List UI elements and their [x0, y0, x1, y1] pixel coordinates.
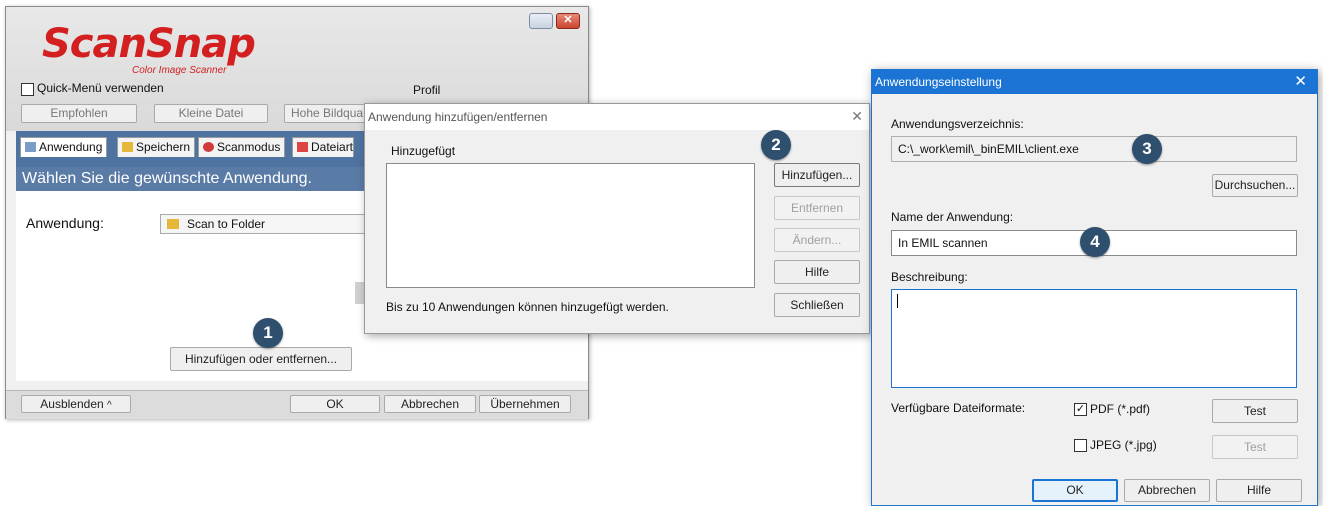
profile-label: Profil [413, 83, 441, 97]
description-label: Beschreibung: [891, 270, 968, 284]
add-or-remove-button[interactable]: Hinzufügen oder entfernen... [170, 347, 352, 371]
application-select-value: Scan to Folder [187, 217, 266, 231]
close-window-button[interactable]: ✕ [556, 13, 580, 29]
text-cursor [897, 294, 898, 308]
app-name-label: Name der Anwendung: [891, 210, 1014, 224]
description-field[interactable] [891, 289, 1297, 388]
pdf-label: PDF (*.pdf) [1090, 402, 1151, 416]
jpeg-checkbox[interactable] [1074, 439, 1087, 452]
step-badge-3: 3 [1132, 134, 1162, 164]
step-badge-4: 4 [1080, 227, 1110, 257]
app-directory-label: Anwendungsverzeichnis: [891, 117, 1024, 131]
jpeg-label: JPEG (*.jpg) [1090, 438, 1157, 452]
formats-label: Verfügbare Dateiformate: [891, 401, 1026, 415]
folder-icon [167, 219, 179, 229]
folder-tab-icon [122, 142, 133, 152]
profile-high-quality-button[interactable]: Hohe Bildqua [284, 104, 374, 123]
add-button[interactable]: Hinzufügen... [774, 163, 860, 187]
application-select[interactable]: Scan to Folder [160, 214, 365, 234]
tab-save-label: Speichern [136, 140, 191, 154]
profile-small-file-button[interactable]: Kleine Datei [154, 104, 268, 123]
scan-mode-tab-icon [203, 142, 214, 152]
close-icon[interactable]: ✕ [1294, 72, 1307, 90]
help-button[interactable]: Hilfe [774, 260, 860, 284]
tab-file-type-label: Dateiart [311, 140, 354, 154]
tab-application-label: Anwendung [39, 140, 103, 154]
application-tab-icon [25, 142, 36, 152]
app-directory-field[interactable]: C:\_work\emil\_binEMIL\client.exe [891, 136, 1297, 162]
scansnap-logo-subtitle: Color Image Scanner [132, 65, 227, 76]
cancel-button[interactable]: Abbrechen [384, 395, 476, 413]
max-apps-note: Bis zu 10 Anwendungen können hinzugefügt… [386, 300, 669, 314]
add-remove-dialog: Anwendung hinzufügen/entfernen ✕ Hinzuge… [364, 103, 870, 334]
add-remove-dialog-title: Anwendung hinzufügen/entfernen [365, 104, 869, 130]
help-window-button[interactable] [529, 13, 553, 29]
added-apps-list[interactable] [386, 163, 755, 288]
profile-recommended-button[interactable]: Empfohlen [21, 104, 137, 123]
hide-button-label: Ausblenden [40, 397, 104, 411]
change-button[interactable]: Ändern... [774, 228, 860, 252]
hide-button[interactable]: Ausblenden ^ [21, 395, 131, 413]
quick-menu-checkbox[interactable] [21, 83, 34, 96]
chevron-up-icon: ^ [107, 400, 112, 411]
application-settings-title: Anwendungseinstellung [872, 70, 1317, 94]
application-settings-dialog: Anwendungseinstellung ✕ Anwendungsverzei… [871, 69, 1318, 506]
tab-scan-mode[interactable]: Scanmodus [198, 137, 286, 157]
jpeg-test-button[interactable]: Test [1212, 435, 1298, 459]
ok-button[interactable]: OK [1032, 479, 1118, 502]
application-label: Anwendung: [26, 215, 104, 231]
close-icon[interactable]: ✕ [851, 108, 863, 125]
cancel-button[interactable]: Abbrechen [1124, 479, 1210, 502]
close-button[interactable]: Schließen [774, 293, 860, 317]
browse-button[interactable]: Durchsuchen... [1212, 174, 1298, 197]
pdf-checkbox[interactable]: ✓ [1074, 403, 1087, 416]
step-badge-2: 2 [761, 130, 791, 160]
help-button[interactable]: Hilfe [1216, 479, 1302, 502]
file-type-tab-icon [297, 142, 308, 152]
step-badge-1: 1 [253, 318, 283, 348]
quick-menu-label: Quick-Menü verwenden [37, 81, 164, 95]
tab-save[interactable]: Speichern [117, 137, 196, 157]
scansnap-logo: ScanSnap [42, 21, 256, 67]
pdf-test-button[interactable]: Test [1212, 399, 1298, 423]
added-list-label: Hinzugefügt [391, 144, 456, 158]
tab-file-type[interactable]: Dateiart [292, 137, 354, 157]
apply-button[interactable]: Übernehmen [479, 395, 571, 413]
ok-button[interactable]: OK [290, 395, 380, 413]
remove-button[interactable]: Entfernen [774, 196, 860, 220]
tab-application[interactable]: Anwendung [20, 137, 108, 157]
tab-scan-mode-label: Scanmodus [217, 140, 281, 154]
